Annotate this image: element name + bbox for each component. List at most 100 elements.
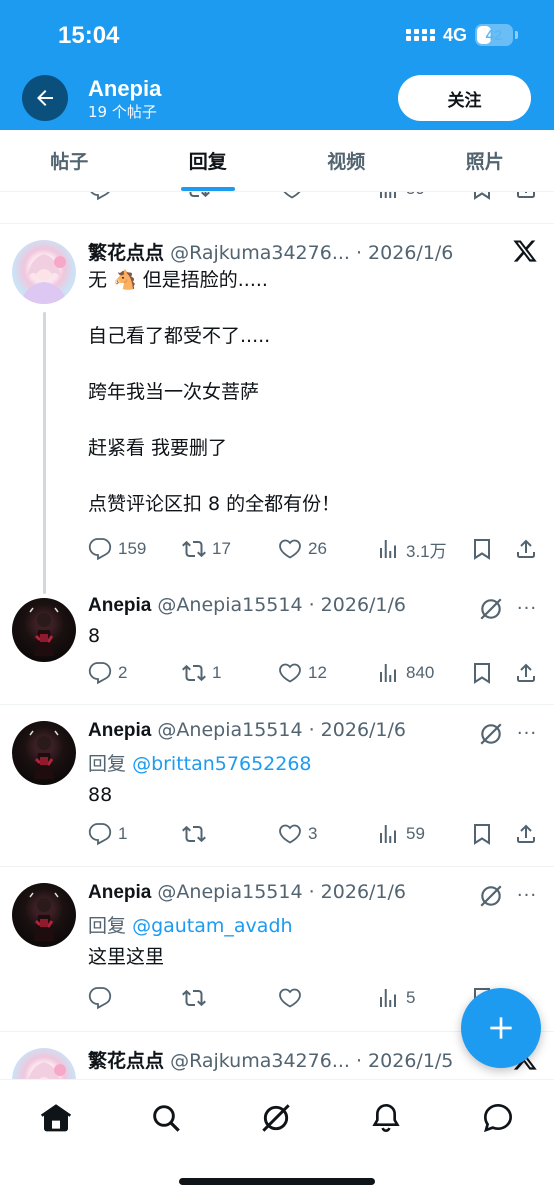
more-options-icon[interactable]: ···	[514, 598, 540, 619]
share-button[interactable]	[514, 534, 538, 564]
like-button[interactable]: 3	[278, 819, 317, 849]
avatar-image-icon	[28, 1062, 66, 1079]
repost-icon	[189, 192, 210, 198]
avatar[interactable]	[12, 598, 76, 662]
views-button[interactable]: 59	[376, 819, 425, 849]
nav-home[interactable]	[36, 1098, 76, 1138]
x-logo-icon[interactable]	[510, 236, 540, 266]
views-button[interactable]: 59	[376, 192, 425, 204]
like-count: 12	[308, 663, 327, 682]
heart-icon	[279, 824, 301, 844]
avatar[interactable]	[12, 1048, 76, 1079]
author-name[interactable]: 繁花点点	[88, 1051, 164, 1072]
nav-notifications[interactable]	[366, 1098, 406, 1138]
repost-button[interactable]	[182, 819, 206, 849]
views-button[interactable]: 5	[376, 983, 415, 1013]
like-button[interactable]: 26	[278, 534, 327, 564]
tab-label: 帖子	[50, 151, 89, 173]
repost-button[interactable]: 17	[182, 534, 231, 564]
reply-button[interactable]	[88, 983, 112, 1013]
grok-icon[interactable]	[478, 596, 504, 622]
repost-button[interactable]: 1	[182, 658, 221, 688]
avatar-image-icon	[29, 607, 59, 656]
reply-icon	[88, 987, 112, 1010]
tab-photos[interactable]: 照片	[416, 130, 554, 191]
reply-mention-link[interactable]: @gautam_avadh	[132, 915, 292, 937]
compose-button[interactable]	[461, 988, 541, 1068]
repost-icon	[182, 989, 206, 1007]
author-handle-date[interactable]: @Anepia15514 · 2026/1/6	[157, 881, 406, 903]
post-text: 8	[88, 625, 101, 647]
status-indicators: 4G 42	[405, 24, 518, 46]
share-button[interactable]	[514, 819, 538, 849]
nav-search[interactable]	[146, 1098, 186, 1138]
reply-prefix: 回复	[88, 915, 127, 937]
nav-messages[interactable]	[478, 1098, 518, 1138]
tab-replies[interactable]: 回复	[139, 130, 278, 191]
replies-feed[interactable]: 59 繁花点点 @Rajkuma34276... · 2026/1/6 无 🐴	[0, 192, 554, 1079]
plus-icon	[490, 1017, 512, 1039]
tab-videos[interactable]: 视频	[277, 130, 416, 191]
signal-icon	[405, 29, 435, 41]
author-handle-date[interactable]: @Rajkuma34276... · 2026/1/5	[170, 1050, 453, 1072]
avatar[interactable]	[12, 240, 76, 304]
grok-icon	[262, 1104, 290, 1132]
post-item[interactable]: Anepia @Anepia15514 · 2026/1/6 ··· 回复 @b…	[0, 705, 554, 865]
previous-post-actions: 59	[0, 192, 554, 204]
post-item[interactable]: 繁花点点 @Rajkuma34276... · 2026/1/6 无 🐴 但是捂…	[0, 224, 554, 594]
author-name[interactable]: Anepia	[88, 882, 151, 903]
views-count: 59	[406, 824, 425, 843]
chat-bubble-icon	[483, 1103, 513, 1133]
like-button[interactable]	[280, 192, 304, 204]
reply-button[interactable]: 159	[88, 534, 146, 564]
reply-count: 159	[118, 539, 147, 558]
post-item[interactable]: Anepia @Anepia15514 · 2026/1/6 ··· 8 2 1…	[0, 586, 554, 704]
like-count: 3	[308, 824, 318, 843]
repost-button[interactable]	[186, 192, 210, 204]
bookmark-icon	[474, 539, 490, 560]
author-name[interactable]: Anepia	[88, 595, 151, 616]
reply-context: 回复 @gautam_avadh	[88, 911, 293, 938]
author-name[interactable]: 繁花点点	[88, 243, 164, 264]
author-handle-date[interactable]: @Rajkuma34276... · 2026/1/6	[170, 242, 453, 264]
grok-icon[interactable]	[478, 721, 504, 747]
views-count: 3.1万	[406, 541, 447, 561]
bookmark-button[interactable]	[470, 819, 494, 849]
author-name[interactable]: Anepia	[88, 720, 151, 741]
avatar-image-icon	[20, 254, 68, 304]
nav-grok[interactable]	[256, 1098, 296, 1138]
more-options-icon[interactable]: ···	[514, 723, 540, 744]
tab-posts[interactable]: 帖子	[0, 130, 139, 191]
bookmark-button[interactable]	[470, 534, 494, 564]
post-meta: Anepia @Anepia15514 · 2026/1/6	[88, 881, 464, 904]
reply-button[interactable]: 1	[88, 819, 127, 849]
battery-icon: 42	[475, 24, 513, 46]
more-options-icon[interactable]: ···	[514, 885, 540, 906]
share-button[interactable]	[514, 658, 538, 688]
reply-mention-link[interactable]: @brittan57652268	[132, 753, 311, 775]
back-button[interactable]	[22, 75, 68, 121]
views-button[interactable]: 3.1万	[376, 534, 447, 564]
avatar[interactable]	[12, 883, 76, 947]
like-button[interactable]	[278, 983, 302, 1013]
follow-button[interactable]: 关注	[398, 75, 531, 121]
profile-tabs: 帖子 回复 视频 照片	[0, 130, 554, 192]
author-handle-date[interactable]: @Anepia15514 · 2026/1/6	[157, 719, 406, 741]
post-actions: 159 17 26 3.1万	[88, 534, 542, 564]
home-indicator	[179, 1178, 375, 1185]
views-button[interactable]: 840	[376, 658, 434, 688]
like-count: 26	[308, 539, 327, 558]
heart-icon	[279, 539, 301, 559]
bookmark-button[interactable]	[470, 658, 494, 688]
avatar-image-icon	[29, 892, 59, 941]
repost-button[interactable]	[182, 983, 206, 1013]
repost-icon	[182, 825, 206, 843]
share-button[interactable]	[514, 192, 538, 204]
author-handle-date[interactable]: @Anepia15514 · 2026/1/6	[157, 594, 406, 616]
reply-button[interactable]: 2	[88, 658, 127, 688]
bookmark-button[interactable]	[470, 192, 494, 204]
like-button[interactable]: 12	[278, 658, 327, 688]
avatar[interactable]	[12, 721, 76, 785]
grok-icon[interactable]	[478, 883, 504, 909]
reply-button[interactable]	[88, 192, 112, 204]
